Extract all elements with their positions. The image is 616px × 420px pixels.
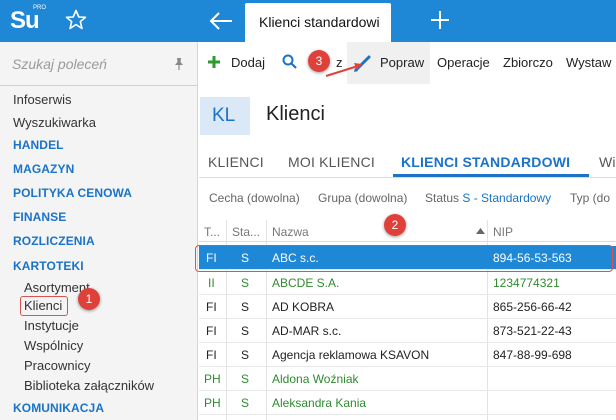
sidebar-item-rozliczenia[interactable]: ROZLICZENIA	[13, 234, 95, 248]
cell-status: S	[241, 396, 250, 410]
cell-nip: 847-88-99-698	[493, 348, 572, 362]
summary-button[interactable]: Zbiorczo	[503, 55, 553, 70]
sidebar-item-kartoteki[interactable]: KARTOTEKI	[13, 259, 84, 273]
filter-grupa[interactable]: Grupa (dowolna)	[318, 191, 407, 205]
cell-type: PH	[204, 372, 221, 386]
cell-status: S	[241, 372, 250, 386]
edit-button[interactable]: Popraw	[380, 55, 424, 70]
pin-icon[interactable]	[172, 57, 186, 71]
cell-name: Aldona Woźniak	[272, 372, 359, 386]
favorites-star-icon[interactable]	[64, 8, 88, 32]
cell-name: Agencja reklamowa KSAVON	[272, 348, 430, 362]
back-arrow-icon[interactable]	[208, 9, 234, 33]
cell-nip: 873-521-22-43	[493, 324, 572, 338]
add-button[interactable]: Dodaj	[231, 55, 265, 70]
filter-status-value: S - Standardowy	[462, 191, 552, 205]
cell-nip: 1234774321	[493, 276, 560, 290]
page-title: Klienci	[266, 103, 325, 125]
cell-type: PH	[204, 396, 221, 410]
search-placeholder: Szukaj poleceń	[12, 56, 107, 72]
selected-row-highlight	[195, 245, 613, 272]
window-tab-klienci-standardowi[interactable]: Klienci standardowi	[245, 3, 391, 42]
table-row[interactable]: FI S AD KOBRA 865-256-66-42	[199, 295, 616, 319]
col-header-nip[interactable]: NIP	[493, 225, 513, 239]
cell-status: S	[241, 276, 250, 290]
sidebar-sub-klienci[interactable]: Klienci	[24, 298, 62, 313]
logo-pro-label: PRO	[33, 5, 47, 11]
new-tab-plus-icon[interactable]	[428, 8, 452, 32]
table-row[interactable]: PH S Aldona Woźniak	[199, 367, 616, 391]
callout-3: 3	[308, 50, 330, 72]
sidebar-sub-biblioteka[interactable]: Biblioteka załączników	[24, 378, 154, 393]
window-tab-label: Klienci standardowi	[259, 14, 380, 30]
module-badge-text: KL	[212, 105, 236, 126]
filter-status[interactable]: Status S - Standardowy	[425, 191, 551, 205]
sidebar-sub-instytucje[interactable]: Instytucje	[24, 318, 79, 333]
cell-type: FI	[206, 348, 217, 362]
command-search-input[interactable]: Szukaj poleceń	[0, 42, 198, 86]
col-header-status[interactable]: Sta...	[232, 225, 260, 239]
tab-klienci-standardowi[interactable]: KLIENCI STANDARDOWI	[401, 154, 570, 170]
search-icon[interactable]	[282, 54, 297, 69]
table-row[interactable]: II S ABCDE S.A. 1234774321	[199, 271, 616, 295]
cell-name: AD-MAR s.c.	[272, 324, 342, 338]
cell-nip: 865-256-66-42	[493, 300, 572, 314]
sidebar-item-handel[interactable]: HANDEL	[13, 138, 64, 152]
sidebar-item-infoserwis[interactable]: Infoserwis	[13, 92, 72, 107]
tab-overflow[interactable]: Wi	[599, 154, 616, 170]
sidebar-item-finanse[interactable]: FINANSE	[13, 210, 66, 224]
filter-typ[interactable]: Typ (do	[570, 191, 610, 205]
cell-status: S	[241, 348, 250, 362]
col-header-type[interactable]: T...	[204, 225, 220, 239]
table-row[interactable]: FI S Agencja reklamowa KSAVON 847-88-99-…	[199, 343, 616, 367]
table-row[interactable]: FI S AD-MAR s.c. 873-521-22-43	[199, 319, 616, 343]
sidebar-item-komunikacja[interactable]: KOMUNIKACJA	[13, 401, 104, 415]
sidebar-item-polityka-cenowa[interactable]: POLITYKA CENOWA	[13, 186, 132, 200]
logo-text: Su	[10, 7, 40, 34]
sidebar-sub-wspolnicy[interactable]: Wspólnicy	[24, 338, 83, 353]
table-header	[199, 218, 616, 242]
cell-status: S	[241, 300, 250, 314]
cell-name: ABCDE S.A.	[272, 276, 340, 290]
cell-type: II	[208, 276, 215, 290]
sidebar-item-magazyn[interactable]: MAGAZYN	[13, 162, 74, 176]
cell-type: FI	[206, 300, 217, 314]
cell-name: Aleksandra Kania	[272, 396, 367, 410]
table-row[interactable]: PH S Aleksandra Kania	[199, 391, 616, 415]
add-plus-icon	[208, 56, 220, 68]
tab-klienci[interactable]: KLIENCI	[208, 154, 264, 170]
callout-2: 2	[384, 214, 406, 236]
cell-name: AD KOBRA	[272, 300, 335, 314]
tab-moi-klienci[interactable]: MOI KLIENCI	[288, 154, 375, 170]
filter-status-label: Status	[425, 191, 460, 205]
module-badge: KL	[200, 97, 250, 135]
callout-1: 1	[78, 288, 100, 310]
issue-button[interactable]: Wystaw	[566, 55, 611, 70]
app-logo[interactable]: Su PRO	[0, 0, 54, 42]
cell-type: FI	[206, 324, 217, 338]
filter-cecha[interactable]: Cecha (dowolna)	[209, 191, 300, 205]
tabs-border	[199, 177, 616, 178]
sidebar-sub-pracownicy[interactable]: Pracownicy	[24, 358, 90, 373]
col-header-name[interactable]: Nazwa	[272, 225, 309, 239]
cell-status: S	[241, 324, 250, 338]
operations-button[interactable]: Operacje	[437, 55, 490, 70]
sort-asc-icon[interactable]	[476, 228, 485, 234]
sidebar-item-wyszukiwarka[interactable]: Wyszukiwarka	[13, 115, 96, 130]
